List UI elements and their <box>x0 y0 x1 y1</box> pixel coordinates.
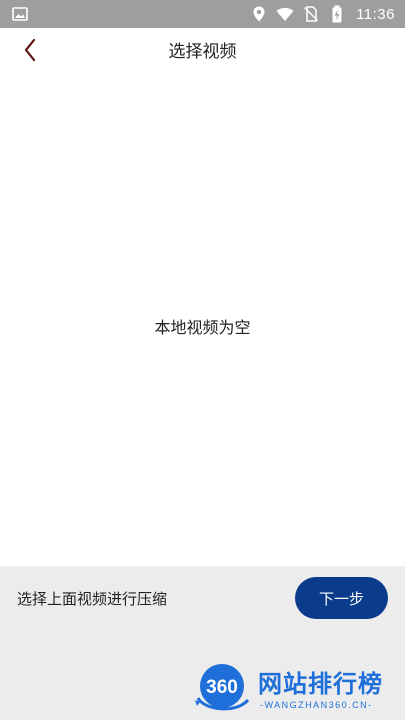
compress-hint: 选择上面视频进行压缩 <box>17 590 168 608</box>
watermark-logo: 360 <box>192 658 252 716</box>
page-title: 选择视频 <box>168 42 237 62</box>
status-time: 11:36 <box>356 5 395 23</box>
back-button[interactable] <box>12 34 48 70</box>
screen: 11:36 选择视频 本地视频为空 选择上面视频进行压缩 下一步 360 网站排… <box>0 0 405 720</box>
battery-charging-icon <box>328 5 346 23</box>
image-icon <box>12 6 28 22</box>
no-sim-icon <box>302 5 320 23</box>
video-list-area: 本地视频为空 <box>0 76 405 566</box>
chevron-left-icon <box>23 38 37 66</box>
location-icon <box>250 5 268 23</box>
empty-message: 本地视频为空 <box>154 318 251 337</box>
status-bar: 11:36 <box>0 0 405 28</box>
watermark: 360 网站排行榜 -WANGZHAN360.CN- <box>190 650 402 718</box>
status-icons: 11:36 <box>250 0 395 28</box>
next-button[interactable]: 下一步 <box>295 577 388 619</box>
wifi-icon <box>276 5 294 23</box>
app-header: 选择视频 <box>0 28 405 76</box>
watermark-logo-text: 360 <box>206 677 238 698</box>
watermark-name: 网站排行榜 <box>258 670 383 698</box>
watermark-url: -WANGZHAN360.CN- <box>260 700 373 710</box>
